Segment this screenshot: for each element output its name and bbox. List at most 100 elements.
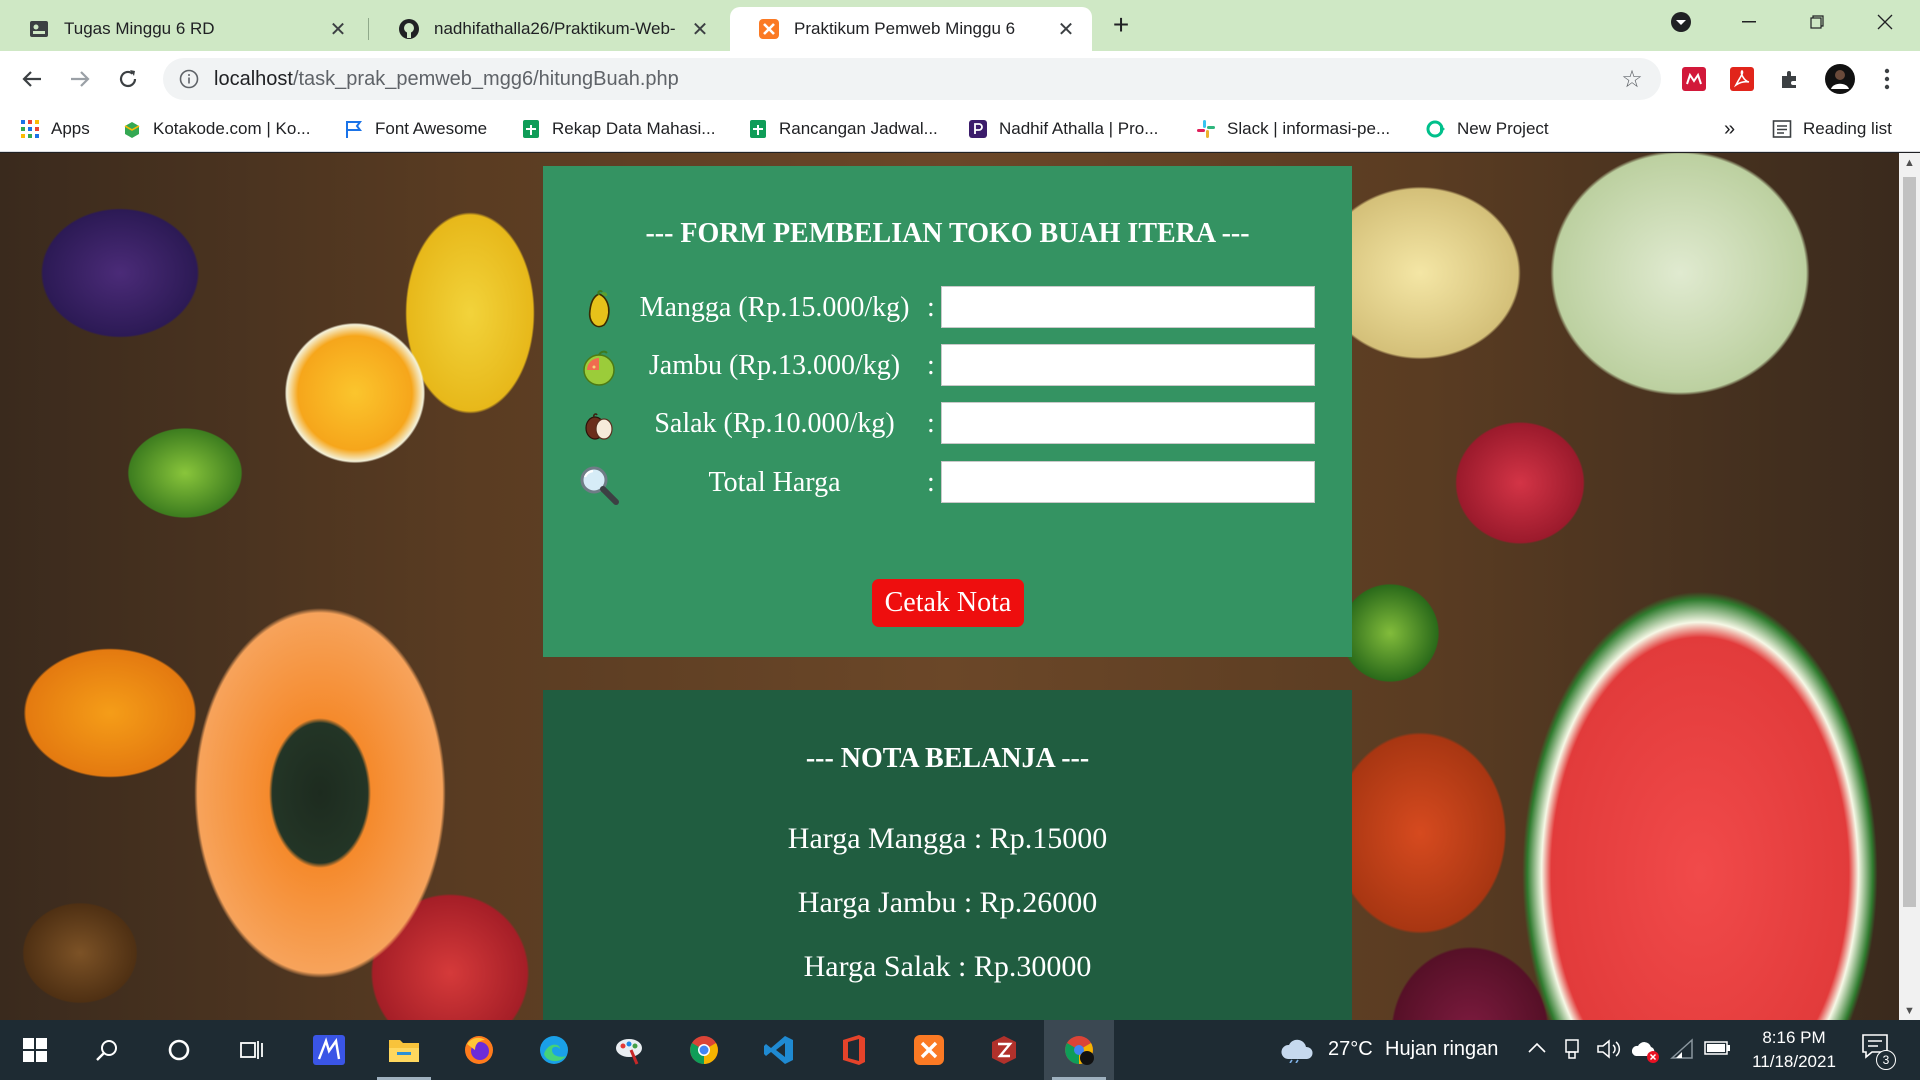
close-tab-icon[interactable]: ✕ xyxy=(688,17,712,41)
file-explorer-icon[interactable] xyxy=(369,1020,439,1080)
site-info-icon[interactable] xyxy=(178,68,200,90)
mangga-quantity-input[interactable] xyxy=(941,286,1315,328)
forward-arrow-icon[interactable] xyxy=(62,61,98,97)
adobe-acrobat-extension-icon[interactable] xyxy=(1728,65,1756,93)
office-icon[interactable] xyxy=(819,1020,889,1080)
scroll-down-arrow-icon[interactable]: ▼ xyxy=(1904,1005,1915,1017)
xampp-icon[interactable] xyxy=(894,1020,964,1080)
filezilla-icon[interactable] xyxy=(969,1020,1039,1080)
scroll-up-arrow-icon[interactable]: ▲ xyxy=(1904,157,1915,169)
salak-quantity-input[interactable] xyxy=(941,402,1315,444)
system-clock[interactable]: 8:16 PM 11/18/2021 xyxy=(1726,1026,1862,1074)
cetak-nota-button[interactable]: Cetak Nota xyxy=(872,579,1024,627)
scrollbar-thumb[interactable] xyxy=(1903,177,1916,907)
vscode-icon[interactable] xyxy=(744,1020,814,1080)
close-tab-icon[interactable]: ✕ xyxy=(326,17,350,41)
vertical-scrollbar[interactable]: ▲ ▼ xyxy=(1899,153,1920,1020)
kotakode-icon xyxy=(122,119,142,139)
form-row-mangga: Mangga (Rp.15.000/kg) : xyxy=(543,286,1352,330)
xampp-favicon-icon xyxy=(758,18,780,40)
page-viewport: --- FORM PEMBELIAN TOKO BUAH ITERA --- M… xyxy=(0,153,1899,1020)
show-hidden-icons-chevron-icon[interactable] xyxy=(1528,1040,1548,1060)
restore-icon[interactable] xyxy=(1794,6,1840,38)
usb-device-icon[interactable] xyxy=(1562,1038,1584,1062)
colon: : xyxy=(927,467,935,498)
notification-count-badge: 3 xyxy=(1876,1050,1896,1070)
bookmark-star-icon[interactable]: ☆ xyxy=(1617,64,1647,94)
form-title: --- FORM PEMBELIAN TOKO BUAH ITERA --- xyxy=(645,218,1250,249)
reload-icon[interactable] xyxy=(110,61,146,97)
receipt-line-salak: Harga Salak : Rp.30000 xyxy=(803,950,1092,983)
bookmark-kotakode[interactable]: Kotakode.com | Ko... xyxy=(122,115,311,143)
google-sheets-icon xyxy=(521,119,541,139)
profile-avatar[interactable] xyxy=(1824,63,1856,95)
bookmarks-overflow-button[interactable]: » xyxy=(1724,115,1735,143)
notification-center-icon[interactable]: 3 xyxy=(1860,1032,1900,1072)
tab-search-icon[interactable] xyxy=(1658,6,1704,38)
colon: : xyxy=(927,350,935,381)
tab-strip: Tugas Minggu 6 RD ✕ nadhifathalla26/Prak… xyxy=(0,0,1920,51)
tab-praktikum-pemweb[interactable]: Praktikum Pemweb Minggu 6 ✕ xyxy=(730,7,1092,51)
paint-app-icon[interactable] xyxy=(594,1020,664,1080)
google-sheets-icon xyxy=(748,119,768,139)
windows-taskbar: 27°C Hujan ringan 8:16 PM 11/18/2021 3 xyxy=(0,1020,1920,1080)
total-harga-input[interactable] xyxy=(941,461,1315,503)
bookmark-nadhif-athalla[interactable]: Nadhif Athalla | Pro... xyxy=(968,115,1158,143)
purchase-form-panel: --- FORM PEMBELIAN TOKO BUAH ITERA --- M… xyxy=(543,166,1352,657)
tab-title: nadhifathalla26/Praktikum-Web- xyxy=(434,19,676,38)
jambu-quantity-input[interactable] xyxy=(941,344,1315,386)
reading-list-button[interactable]: Reading list xyxy=(1772,115,1892,143)
edge-icon[interactable] xyxy=(519,1020,589,1080)
jambu-label: Jambu (Rp.13.000/kg) xyxy=(648,350,901,381)
bookmark-new-project[interactable]: New Project xyxy=(1426,115,1549,143)
mendeley-extension-icon[interactable] xyxy=(1680,65,1708,93)
total-harga-label: Total Harga xyxy=(708,467,841,498)
bookmark-font-awesome[interactable]: Font Awesome xyxy=(344,115,487,143)
bookmark-rekap-data[interactable]: Rekap Data Mahasi... xyxy=(521,115,715,143)
new-project-icon xyxy=(1426,119,1446,139)
close-tab-icon[interactable]: ✕ xyxy=(1054,17,1078,41)
url-host: localhost xyxy=(214,67,293,90)
volume-icon[interactable] xyxy=(1596,1038,1622,1062)
maya-app-icon[interactable] xyxy=(294,1020,364,1080)
address-bar[interactable]: localhost/task_prak_pemweb_mgg6/hitungBu… xyxy=(163,58,1661,100)
bookmark-label: Nadhif Athalla | Pro... xyxy=(999,119,1159,138)
chrome-icon[interactable] xyxy=(669,1020,739,1080)
cortana-icon[interactable] xyxy=(144,1020,214,1080)
close-window-icon[interactable] xyxy=(1862,6,1908,38)
chrome-menu-icon[interactable] xyxy=(1873,65,1901,93)
task-view-icon[interactable] xyxy=(216,1020,286,1080)
bookmark-label: Kotakode.com | Ko... xyxy=(153,119,311,138)
windows-start-icon[interactable] xyxy=(0,1020,70,1080)
snake-fruit-icon xyxy=(577,404,621,448)
weather-temperature[interactable]: 27°C xyxy=(1328,1038,1373,1061)
weather-cloud-icon[interactable] xyxy=(1280,1035,1314,1065)
tab-tugas-minggu-6[interactable]: Tugas Minggu 6 RD ✕ xyxy=(0,7,364,51)
form-row-total: Total Harga : xyxy=(543,461,1352,505)
url-text: localhost/task_prak_pemweb_mgg6/hitungBu… xyxy=(214,68,1617,91)
search-icon[interactable] xyxy=(72,1020,142,1080)
chrome-profile-icon[interactable] xyxy=(1044,1020,1114,1080)
firefox-icon[interactable] xyxy=(444,1020,514,1080)
clock-date: 11/18/2021 xyxy=(1752,1052,1836,1071)
tab-separator xyxy=(368,18,369,40)
tab-github[interactable]: nadhifathalla26/Praktikum-Web- ✕ xyxy=(370,7,726,51)
new-tab-button[interactable]: + xyxy=(1106,9,1136,40)
onedrive-error-icon[interactable] xyxy=(1631,1038,1660,1064)
form-row-salak: Salak (Rp.10.000/kg) : xyxy=(543,402,1352,446)
extensions-puzzle-icon[interactable] xyxy=(1776,65,1804,93)
weather-description[interactable]: Hujan ringan xyxy=(1385,1038,1498,1061)
minimize-icon[interactable] xyxy=(1726,6,1772,38)
form-row-jambu: Jambu (Rp.13.000/kg) : xyxy=(543,344,1352,388)
mango-icon xyxy=(577,288,621,332)
reading-list-icon xyxy=(1772,119,1792,139)
bookmark-apps[interactable]: Apps xyxy=(20,115,90,143)
back-arrow-icon[interactable] xyxy=(14,61,50,97)
colon: : xyxy=(927,292,935,323)
bookmark-slack[interactable]: Slack | informasi-pe... xyxy=(1196,115,1390,143)
receipt-title: --- NOTA BELANJA --- xyxy=(805,743,1090,774)
wifi-icon[interactable] xyxy=(1670,1038,1696,1062)
bookmark-label: Rekap Data Mahasi... xyxy=(552,119,716,138)
bookmark-rancangan-jadwal[interactable]: Rancangan Jadwal... xyxy=(748,115,938,143)
mangga-label: Mangga (Rp.15.000/kg) xyxy=(639,292,910,323)
